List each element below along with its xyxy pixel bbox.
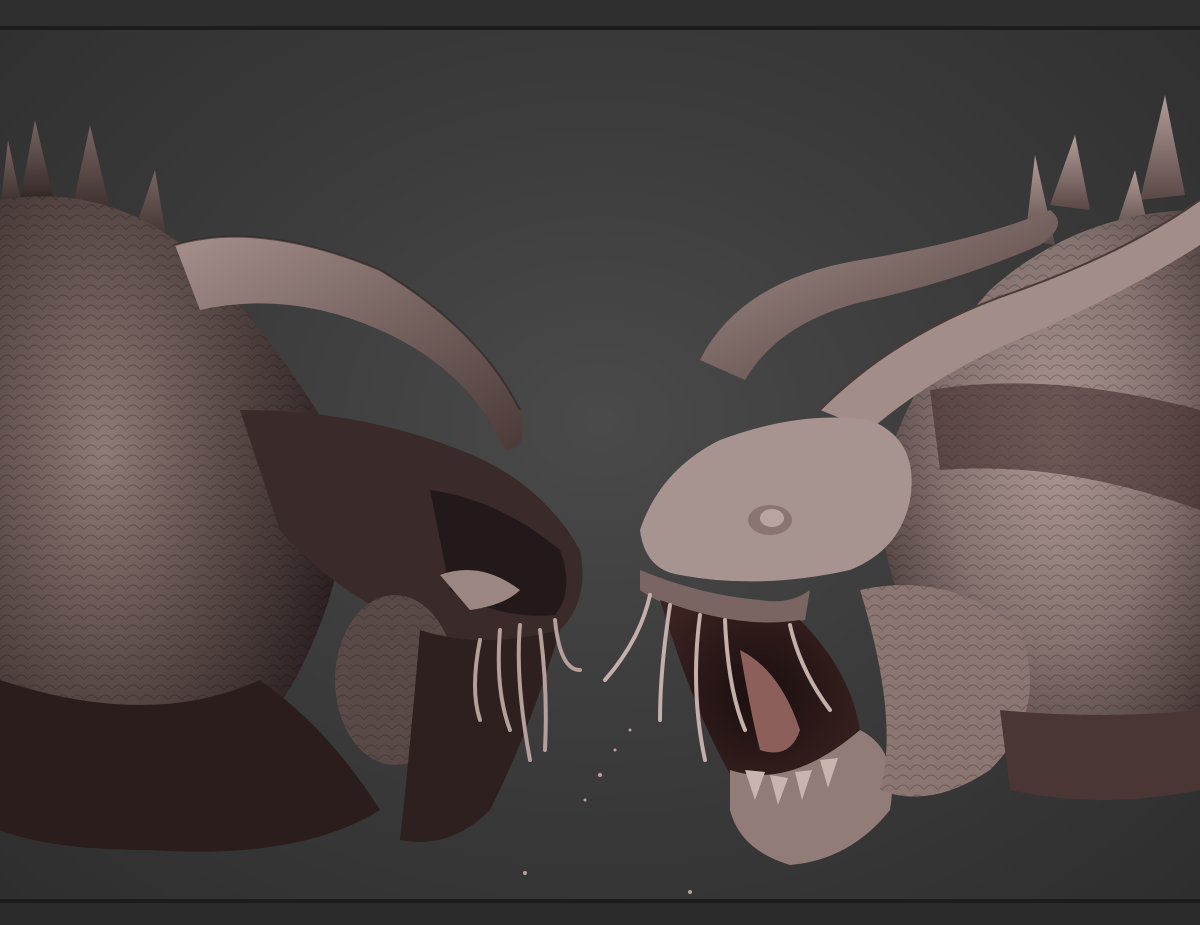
render-viewport <box>0 30 1200 899</box>
left-dragon-head <box>0 120 583 852</box>
top-border-bar <box>0 0 1200 30</box>
dragon-heads-sculpt-illustration <box>0 95 1200 894</box>
bottom-border-bar <box>0 899 1200 925</box>
render-frame <box>0 0 1200 925</box>
saliva-droplets <box>523 728 692 894</box>
right-dragon-head <box>603 95 1200 865</box>
